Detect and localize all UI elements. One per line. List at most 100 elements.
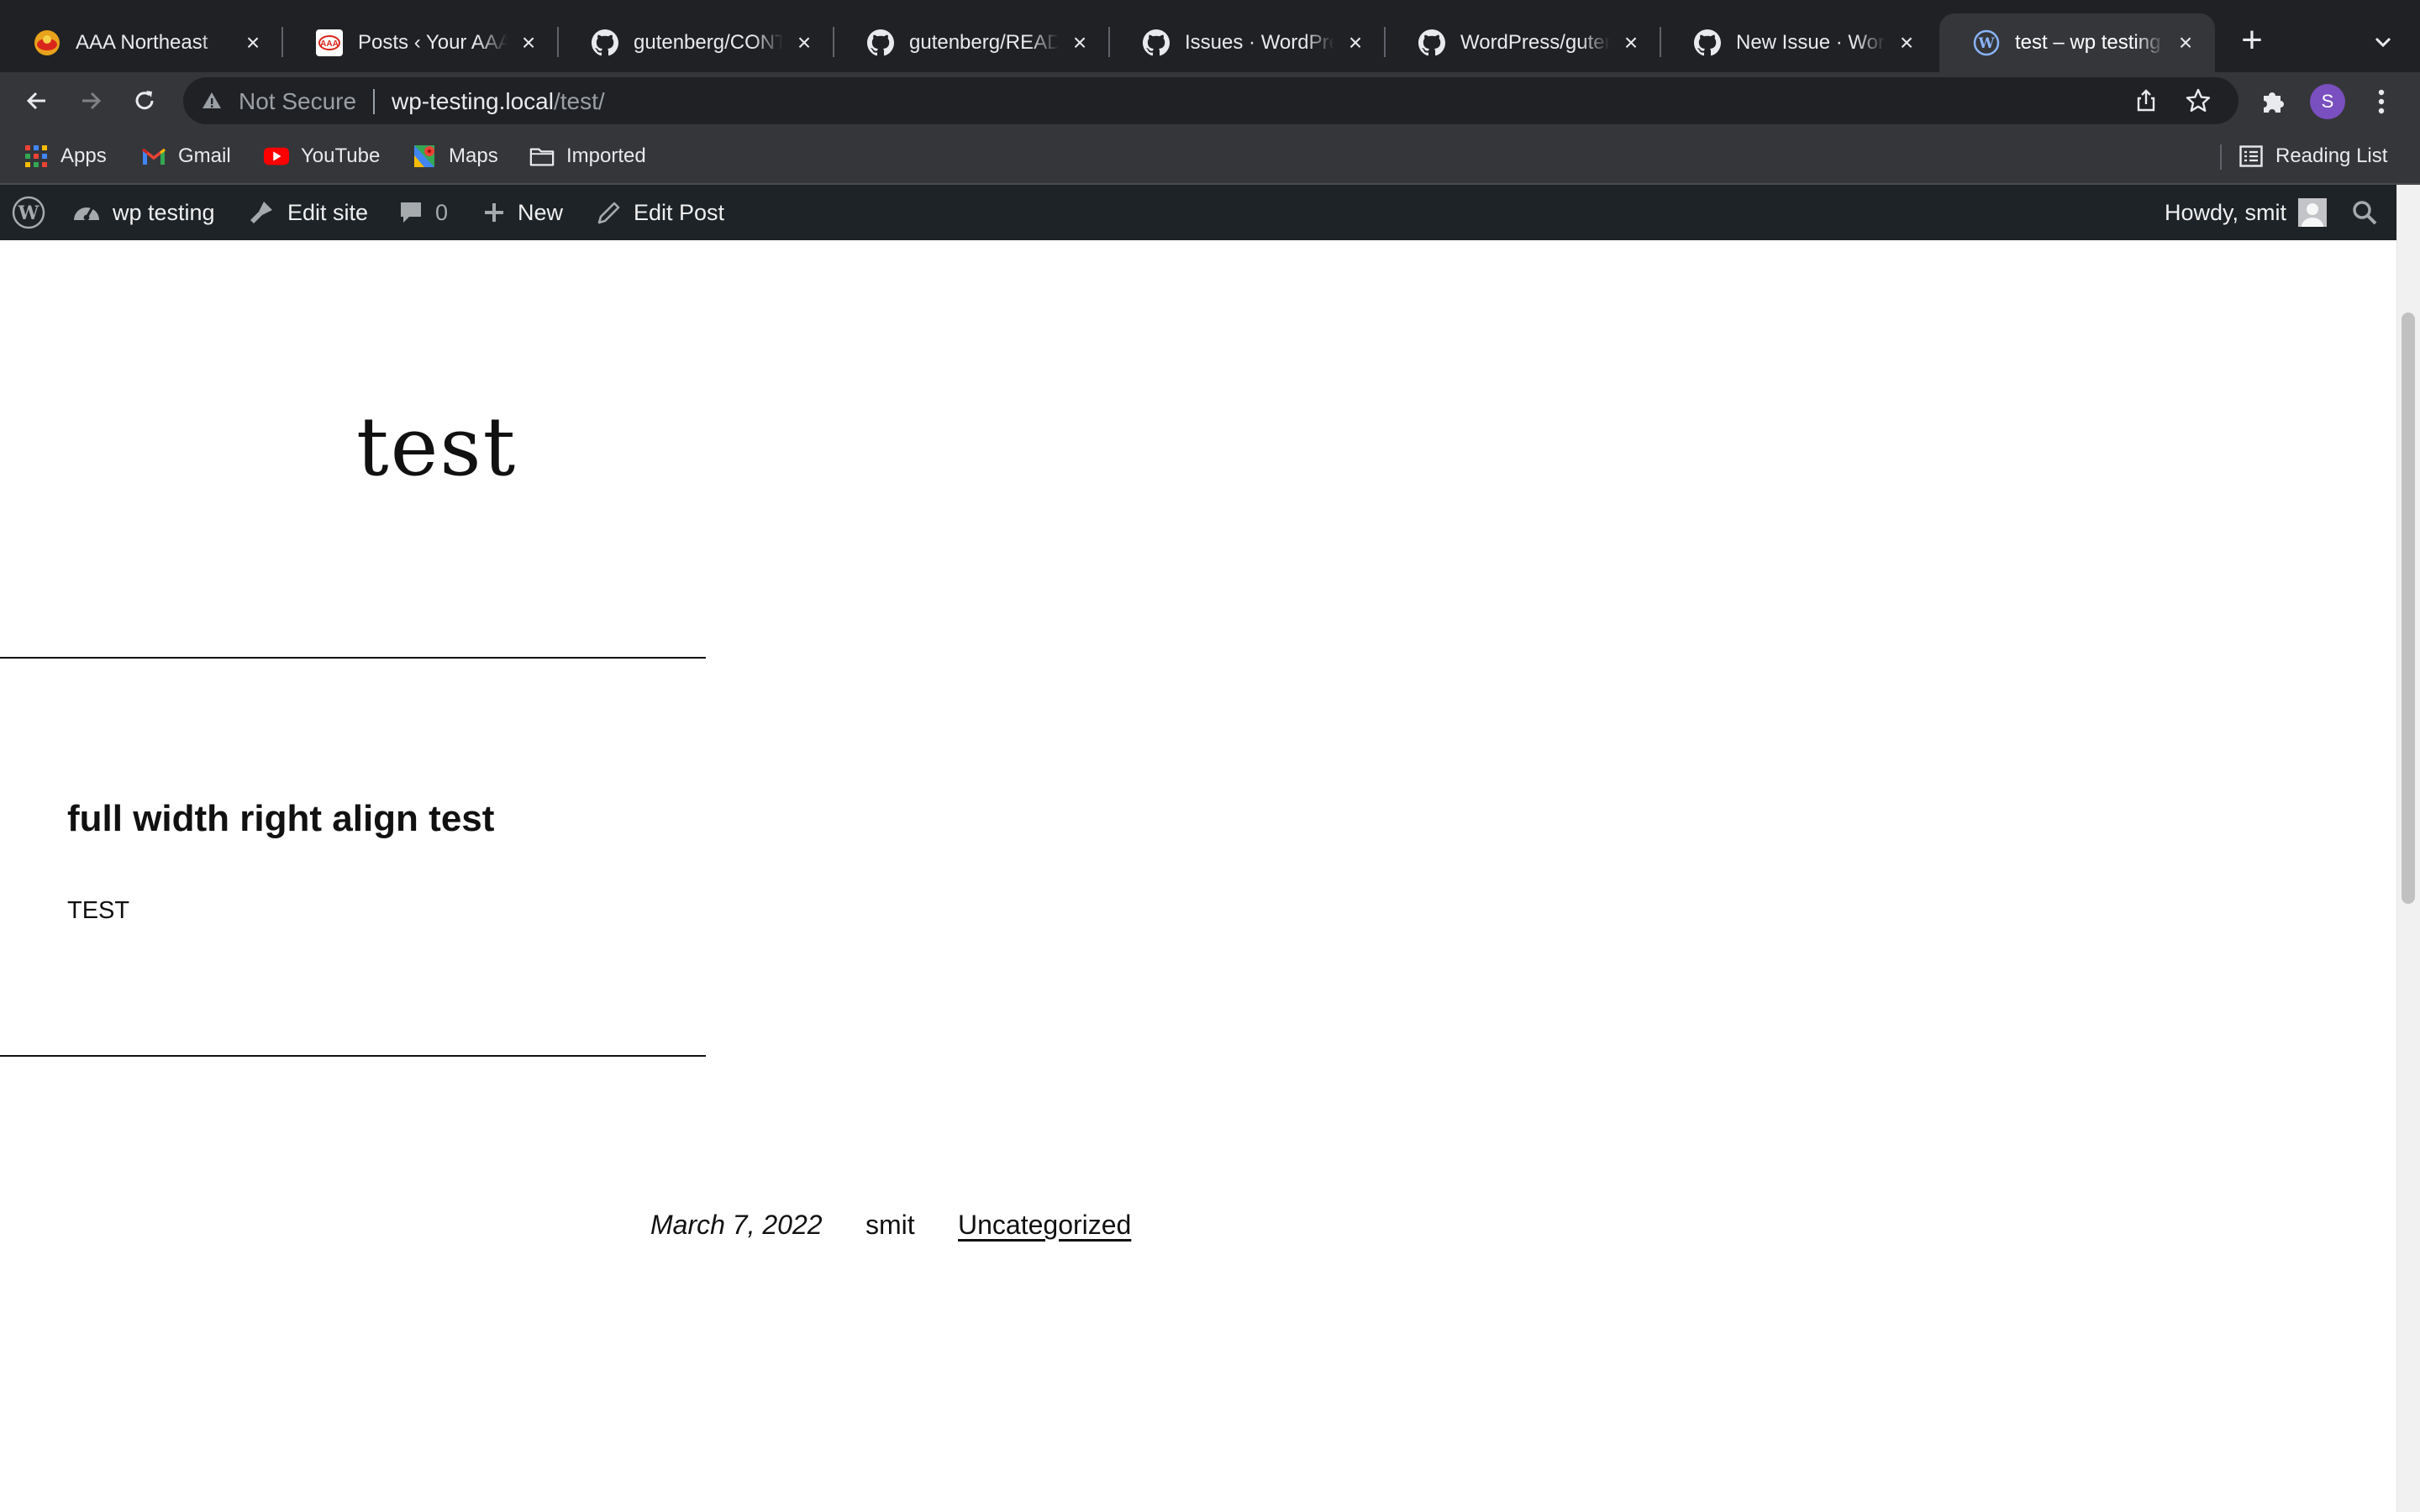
tab-test-wp-testing[interactable]: W test – wp testing × [1939,13,2215,72]
forward-arrow-icon[interactable] [72,82,109,119]
bookmark-label: Apps [60,144,107,167]
edit-post-label: Edit Post [634,199,725,225]
tab-posts-aaa[interactable]: AAA Posts ‹ Your AAA × [282,13,559,72]
share-icon[interactable] [2133,87,2160,114]
bookmark-label: Maps [449,144,498,167]
aaa-posts-icon: AAA [316,29,343,56]
profile-avatar[interactable]: S [2310,84,2345,119]
new-label: New [518,199,564,225]
svg-text:W: W [18,202,39,224]
howdy-label: Howdy, smit [2165,199,2287,225]
separator-top [0,657,706,659]
close-icon[interactable]: × [2173,30,2198,55]
bookmark-youtube[interactable]: YouTube [264,141,380,171]
warning-triangle-icon[interactable] [200,89,224,113]
reading-list-label: Reading List [2275,144,2388,167]
comments-count: 0 [435,199,449,225]
plus-icon [482,201,506,224]
url-path: /test/ [553,88,605,114]
user-avatar [2298,198,2328,227]
tab-title: Posts ‹ Your AAA [358,31,508,54]
tab-aaa-northeast[interactable]: AAA Northeast × [0,13,283,72]
bookmark-apps[interactable]: Apps [24,141,107,171]
post-category-link[interactable]: Uncategorized [958,1210,1131,1241]
comments-link[interactable]: 0 [398,185,448,240]
brush-icon [247,198,276,227]
tab-wordpress-gutenberg[interactable]: WordPress/gutenberg × [1385,13,1661,72]
address-bar[interactable]: Not Secure wp-testing.local/test/ [183,77,2238,124]
tab-title: gutenberg/CONTRIBUTING [634,31,783,54]
aaa-icon [34,29,60,56]
bookmark-maps[interactable]: Maps [412,141,498,171]
tab-gutenberg-readme[interactable]: gutenberg/README × [834,13,1110,72]
admin-search-button[interactable] [2351,185,2378,240]
extensions-puzzle-icon[interactable] [2259,87,2287,116]
url-text[interactable]: wp-testing.local/test/ [392,88,605,115]
github-icon [1418,29,1445,56]
post-content-area: test full width right align test TEST Ma… [0,240,2396,1512]
github-icon [592,29,618,56]
new-tab-plus-icon[interactable]: + [2235,22,2269,59]
bookmark-imported-folder[interactable]: Imported [529,141,646,171]
bookmark-gmail[interactable]: Gmail [141,141,231,171]
tab-issues-wordpress[interactable]: Issues · WordPress × [1109,13,1386,72]
dashboard-gauge-icon [72,200,101,225]
my-account-menu[interactable]: Howdy, smit [2165,185,2328,240]
youtube-icon [264,144,289,169]
more-menu-icon[interactable] [2373,84,2390,119]
tab-search-chevron-icon[interactable] [2368,27,2398,57]
svg-text:W: W [1977,35,1995,52]
site-name-menu[interactable]: wp testing [72,185,215,240]
maps-icon [412,144,437,169]
tab-title: WordPress/gutenberg [1460,31,1610,54]
edit-post-link[interactable]: Edit Post [597,185,724,240]
tab-title: AAA Northeast [76,31,208,54]
security-status-label[interactable]: Not Secure [239,88,356,115]
bookmarks-bar: Apps Gmail YouTube Maps Imported Reading… [0,129,2420,185]
post-date: March 7, 2022 [650,1210,823,1240]
tab-title: New Issue · WordPress [1736,31,1886,54]
tab-title: gutenberg/README [909,31,1059,54]
close-icon[interactable]: × [1343,30,1368,55]
folder-icon [529,144,555,169]
wordpress-logo-icon: W [12,196,45,229]
tab-new-issue[interactable]: New Issue · WordPress × [1660,13,1936,72]
tab-title: test – wp testing [2015,31,2161,54]
github-icon [1694,29,1721,56]
page-scrollbar-thumb[interactable] [2402,312,2415,904]
reading-list-icon [2238,144,2264,169]
bookmark-label: YouTube [301,144,381,167]
bookmark-star-icon[interactable] [2185,87,2212,114]
close-icon[interactable]: × [1894,30,1919,55]
github-icon [867,29,894,56]
close-icon[interactable]: × [240,30,266,55]
post-title: test [356,400,518,494]
svg-text:AAA: AAA [320,39,339,49]
close-icon[interactable]: × [792,30,817,55]
wordpress-icon: W [1973,29,2000,56]
apps-grid-icon [24,144,49,169]
reading-list-button[interactable]: Reading List [2238,141,2387,171]
tab-strip: AAA Northeast × AAA Posts ‹ Your AAA × g… [0,0,2420,72]
edit-site-label: Edit site [287,199,369,225]
back-arrow-icon[interactable] [18,82,55,119]
bookmark-label: Imported [566,144,646,167]
new-content-menu[interactable]: New [482,185,563,240]
separator-bottom [0,1055,706,1057]
gmail-icon [141,144,166,169]
close-icon[interactable]: × [1618,30,1644,55]
tab-gutenberg-contributing[interactable]: gutenberg/CONTRIBUTING × [558,13,834,72]
wp-logo-menu[interactable]: W [12,185,45,240]
close-icon[interactable]: × [516,30,541,55]
post-author: smit [865,1210,915,1240]
close-icon[interactable]: × [1067,30,1092,55]
browser-toolbar: Not Secure wp-testing.local/test/ S [0,72,2420,129]
tab-title: Issues · WordPress [1185,31,1334,54]
wp-admin-bar: W wp testing Edit site 0 New Edit Post H… [0,185,2396,240]
reload-icon[interactable] [126,82,163,119]
comment-bubble-icon [398,200,424,225]
bookmarks-divider [2220,144,2222,170]
edit-site-link[interactable]: Edit site [247,185,368,240]
github-icon [1143,29,1170,56]
search-icon [2351,199,2378,226]
